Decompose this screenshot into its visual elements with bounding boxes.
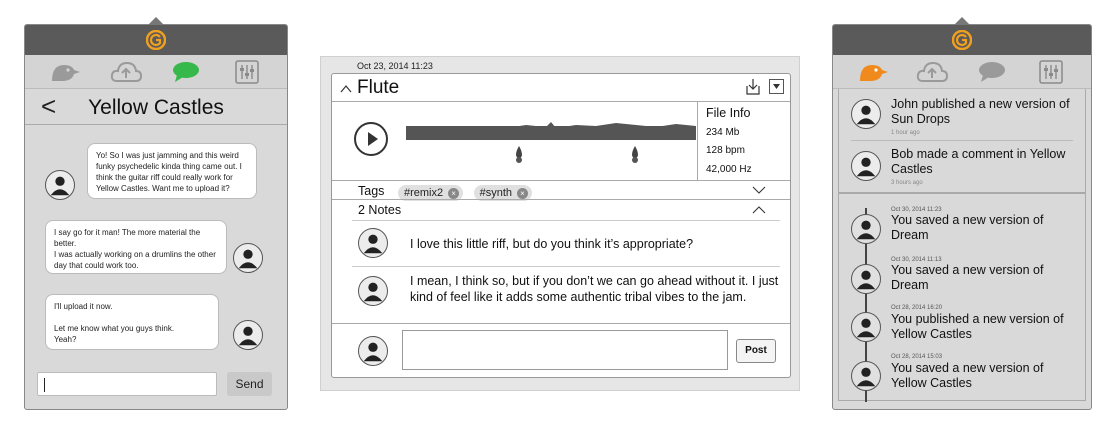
notification-time: 1 hour ago bbox=[891, 130, 920, 136]
nav-icon-bar bbox=[25, 55, 287, 89]
cloud-upload-icon[interactable] bbox=[106, 58, 146, 86]
avatar bbox=[851, 214, 881, 244]
dropdown-button[interactable] bbox=[769, 79, 784, 94]
activity-panel: John published a new version of Sun Drop… bbox=[832, 17, 1092, 410]
collapse-chevron-up-icon[interactable] bbox=[340, 84, 352, 94]
tag-label: #remix2 bbox=[404, 187, 444, 199]
history-text[interactable]: You saved a new version of Dream bbox=[891, 263, 1081, 293]
send-button[interactable]: Send bbox=[227, 372, 272, 396]
panel-notch bbox=[954, 17, 970, 25]
history-date: Oct 28, 2014 16:20 bbox=[891, 305, 943, 311]
message-bubble: I say go for it man! The more material t… bbox=[45, 220, 227, 274]
notes-label: 2 Notes bbox=[358, 203, 402, 217]
notification-text[interactable]: John published a new version of Sun Drop… bbox=[891, 97, 1081, 127]
chat-bubble-icon[interactable] bbox=[166, 58, 206, 86]
app-header bbox=[833, 25, 1091, 55]
avatar bbox=[233, 320, 263, 350]
chevron-up-icon[interactable] bbox=[752, 205, 766, 214]
avatar bbox=[233, 243, 263, 273]
download-icon[interactable] bbox=[744, 78, 762, 96]
track-detail-panel: Oct 23, 2014 11:23 Flute File Info 234 M… bbox=[320, 56, 800, 391]
divider bbox=[332, 180, 790, 181]
avatar bbox=[851, 151, 881, 181]
divider bbox=[697, 102, 698, 180]
message-bubble: I'll upload it now. Let me know what you… bbox=[45, 294, 219, 350]
chat-title: Yellow Castles bbox=[88, 96, 224, 119]
divider bbox=[332, 199, 790, 200]
tempo: 128 bpm bbox=[706, 145, 745, 156]
avatar bbox=[45, 170, 75, 200]
history-text[interactable]: You published a new version of Yellow Ca… bbox=[891, 312, 1081, 342]
avatar bbox=[358, 336, 388, 366]
history-text[interactable]: You saved a new version of Dream bbox=[891, 213, 1081, 243]
notification-list: John published a new version of Sun Drop… bbox=[838, 89, 1086, 193]
app-logo-icon bbox=[952, 30, 972, 50]
avatar bbox=[358, 228, 388, 258]
play-icon bbox=[368, 132, 378, 146]
panel-notch bbox=[148, 17, 164, 25]
avatar bbox=[851, 312, 881, 342]
post-button[interactable]: Post bbox=[736, 339, 776, 363]
text-caret bbox=[44, 378, 45, 392]
chat-panel: < Yellow Castles Yo! So I was just jammi… bbox=[24, 17, 288, 410]
note-input[interactable] bbox=[402, 330, 728, 370]
play-button[interactable] bbox=[354, 122, 388, 156]
bird-icon[interactable] bbox=[45, 58, 85, 86]
chat-bubble-icon[interactable] bbox=[972, 58, 1012, 86]
tag-label: #synth bbox=[479, 187, 512, 199]
bird-icon[interactable] bbox=[853, 58, 893, 86]
nav-icon-bar bbox=[833, 55, 1091, 89]
divider bbox=[332, 101, 790, 102]
chevron-down-icon bbox=[773, 84, 780, 89]
avatar bbox=[851, 361, 881, 391]
cloud-upload-icon[interactable] bbox=[912, 58, 952, 86]
tags-label: Tags bbox=[358, 184, 385, 198]
notification-time: 3 hours ago bbox=[891, 180, 923, 186]
chevron-down-icon[interactable] bbox=[752, 186, 766, 195]
history-date: Oct 28, 2014 15:03 bbox=[891, 354, 943, 360]
chat-title-bar: < Yellow Castles bbox=[25, 89, 287, 125]
divider bbox=[352, 266, 780, 267]
file-size: 234 Mb bbox=[706, 127, 740, 138]
sample-rate: 42,000 Hz bbox=[706, 164, 752, 175]
comment-marker-icon[interactable] bbox=[628, 145, 642, 165]
remove-tag-icon[interactable]: × bbox=[448, 187, 460, 199]
track-card: Flute File Info 234 Mb 128 bpm 42,000 Hz… bbox=[331, 73, 791, 378]
app-logo-icon bbox=[146, 30, 166, 50]
note-text: I love this little riff, but do you thin… bbox=[410, 237, 694, 251]
avatar bbox=[358, 276, 388, 306]
history-text[interactable]: You saved a new version of Yellow Castle… bbox=[891, 361, 1081, 391]
divider bbox=[851, 140, 1073, 141]
mixer-sliders-icon[interactable] bbox=[1031, 58, 1071, 86]
history-timeline: Oct 30, 2014 11:23 You saved a new versi… bbox=[838, 193, 1086, 402]
message-input[interactable] bbox=[37, 372, 217, 396]
timestamp: Oct 23, 2014 11:23 bbox=[357, 61, 433, 71]
mixer-sliders-icon[interactable] bbox=[227, 58, 267, 86]
divider bbox=[332, 323, 790, 324]
notification-text[interactable]: Bob made a comment in Yellow Castles bbox=[891, 147, 1081, 177]
message-bubble: Yo! So I was just jamming and this weird… bbox=[87, 143, 257, 199]
waveform[interactable] bbox=[406, 114, 696, 144]
divider bbox=[352, 220, 780, 221]
remove-tag-icon[interactable]: × bbox=[517, 187, 528, 199]
file-info-title: File Info bbox=[706, 106, 751, 120]
avatar bbox=[851, 99, 881, 129]
app-header bbox=[25, 25, 287, 55]
avatar bbox=[851, 264, 881, 294]
comment-marker-icon[interactable] bbox=[512, 145, 526, 165]
note-text: I mean, I think so, but if you don’t we … bbox=[410, 274, 779, 304]
track-name: Flute bbox=[357, 77, 400, 98]
